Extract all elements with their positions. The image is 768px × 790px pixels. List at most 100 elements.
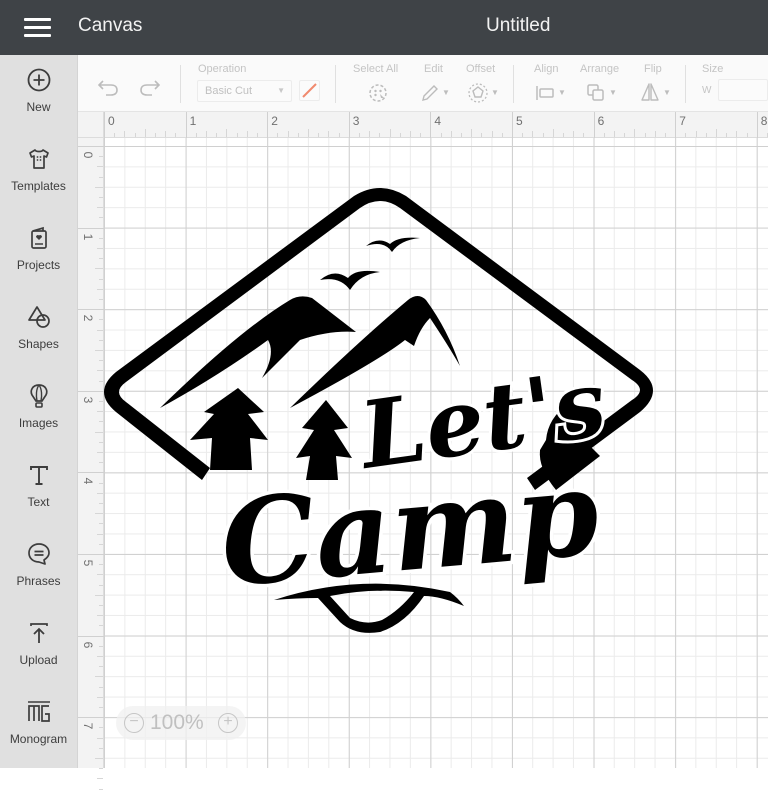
sidebar-item-phrases[interactable]: Phrases xyxy=(0,529,77,607)
ruler-minor-tick xyxy=(246,131,248,137)
operation-value: Basic Cut xyxy=(205,85,253,97)
ruler-minor-tick xyxy=(97,452,103,453)
toolbar-divider xyxy=(513,65,514,103)
ruler-minor-tick xyxy=(379,133,381,137)
ruler-minor-tick xyxy=(99,156,103,158)
menu-icon[interactable] xyxy=(24,17,52,37)
ruler-minor-tick xyxy=(99,176,103,178)
ruler-major-tick xyxy=(78,146,104,147)
ruler-minor-tick xyxy=(99,360,103,362)
ruler-minor-tick xyxy=(99,625,103,627)
align-icon xyxy=(536,86,554,100)
zoom-in-button[interactable]: + xyxy=(218,713,238,733)
ruler-label: 3 xyxy=(81,396,95,404)
ruler-label: 0 xyxy=(81,151,95,159)
ruler-minor-tick xyxy=(95,268,103,270)
ruler-minor-tick xyxy=(440,133,442,137)
sidebar-item-label: Projects xyxy=(16,258,61,272)
ruler-minor-tick xyxy=(99,299,103,300)
ruler-minor-tick xyxy=(97,533,103,535)
ruler-minor-tick xyxy=(95,431,103,433)
sidebar-item-new[interactable]: New xyxy=(0,55,77,133)
ruler-minor-tick xyxy=(99,380,103,382)
ruler-minor-tick xyxy=(124,131,126,137)
undo-icon[interactable] xyxy=(96,77,120,97)
operation-select[interactable]: Basic Cut ▼ xyxy=(197,80,292,102)
ruler-minor-tick xyxy=(461,133,462,137)
sidebar-item-label: Images xyxy=(18,416,59,430)
sidebar-item-text[interactable]: Text xyxy=(0,450,77,528)
ruler-minor-tick xyxy=(369,131,371,137)
sidebar-item-shapes[interactable]: Shapes xyxy=(0,292,77,370)
ruler-minor-tick xyxy=(705,133,707,137)
ruler-minor-tick xyxy=(95,350,103,351)
ruler-minor-tick xyxy=(389,129,391,137)
ruler-minor-tick xyxy=(99,645,103,647)
document-title[interactable]: Untitled xyxy=(486,15,550,37)
sidebar-item-monogram[interactable]: Monogram xyxy=(0,687,77,765)
horizontal-ruler: 0 1 2 3 4 5 6 7 8 xyxy=(78,112,768,138)
ruler-minor-tick xyxy=(501,133,503,137)
ruler-minor-tick xyxy=(99,217,103,219)
offset-label: Offset xyxy=(466,63,496,75)
arrange-label: Arrange xyxy=(580,63,620,75)
ruler-minor-tick xyxy=(563,133,564,137)
ruler-minor-tick xyxy=(695,131,697,137)
ruler-minor-tick xyxy=(99,421,103,423)
ruler-minor-tick xyxy=(277,133,279,137)
sidebar-item-images[interactable]: Images xyxy=(0,371,77,449)
ruler-minor-tick xyxy=(644,133,646,137)
sidebar-item-projects[interactable]: Projects xyxy=(0,213,77,291)
ruler-minor-tick xyxy=(685,133,687,137)
sidebar-item-label: Monogram xyxy=(9,732,68,746)
ruler-minor-tick xyxy=(236,133,238,137)
ruler-minor-tick xyxy=(206,131,207,137)
chevron-down-icon: ▼ xyxy=(609,88,617,97)
toolbar-divider xyxy=(180,65,181,103)
flip-dropdown[interactable]: ▼ xyxy=(639,81,671,108)
edit-dropdown[interactable]: ▼ xyxy=(420,83,450,108)
zoom-out-button[interactable]: − xyxy=(124,713,144,733)
chevron-down-icon: ▼ xyxy=(277,86,285,95)
ruler-minor-tick xyxy=(583,133,585,137)
offset-dropdown[interactable]: ▼ xyxy=(467,82,499,109)
width-input[interactable] xyxy=(718,79,768,101)
ruler-major-tick xyxy=(78,554,104,555)
sidebar-item-upload[interactable]: Upload xyxy=(0,608,77,686)
ruler-minor-tick xyxy=(95,758,103,759)
select-all-icon[interactable] xyxy=(367,82,389,104)
chevron-down-icon: ▼ xyxy=(663,88,671,97)
ruler-minor-tick xyxy=(97,288,103,290)
color-swatch[interactable] xyxy=(299,80,320,101)
arrange-dropdown[interactable]: ▼ xyxy=(585,82,617,109)
ruler-minor-tick xyxy=(97,411,103,413)
ruler-major-tick xyxy=(512,112,513,138)
ruler-minor-tick xyxy=(97,737,103,739)
align-dropdown[interactable]: ▼ xyxy=(534,83,566,108)
ruler-minor-tick xyxy=(359,133,360,137)
ruler-major-tick xyxy=(78,390,104,392)
redo-icon[interactable] xyxy=(138,77,162,97)
ruler-minor-tick xyxy=(634,129,636,137)
ruler-minor-tick xyxy=(95,513,103,515)
ruler-major-tick xyxy=(756,112,758,138)
ruler-minor-tick xyxy=(99,237,103,239)
ruler-minor-tick xyxy=(450,131,452,137)
monogram-icon xyxy=(28,701,50,722)
plus-circle-icon xyxy=(27,68,51,92)
chevron-down-icon: ▼ xyxy=(442,88,450,97)
ruler-minor-tick xyxy=(97,615,103,617)
ruler-minor-tick xyxy=(665,133,666,137)
top-bar: Canvas Untitled xyxy=(0,0,768,55)
app-title: Canvas xyxy=(78,15,143,36)
ruler-minor-tick xyxy=(726,133,728,137)
ruler-minor-tick xyxy=(97,656,103,657)
ruler-minor-tick xyxy=(97,370,103,372)
ruler-label: 0 xyxy=(108,114,115,128)
project-card-icon xyxy=(31,226,47,249)
ruler-label: 8 xyxy=(760,114,768,128)
ruler-minor-tick xyxy=(736,131,738,137)
upload-icon xyxy=(30,623,48,643)
ruler-major-tick xyxy=(593,112,595,138)
sidebar-item-templates[interactable]: Templates xyxy=(0,134,77,212)
